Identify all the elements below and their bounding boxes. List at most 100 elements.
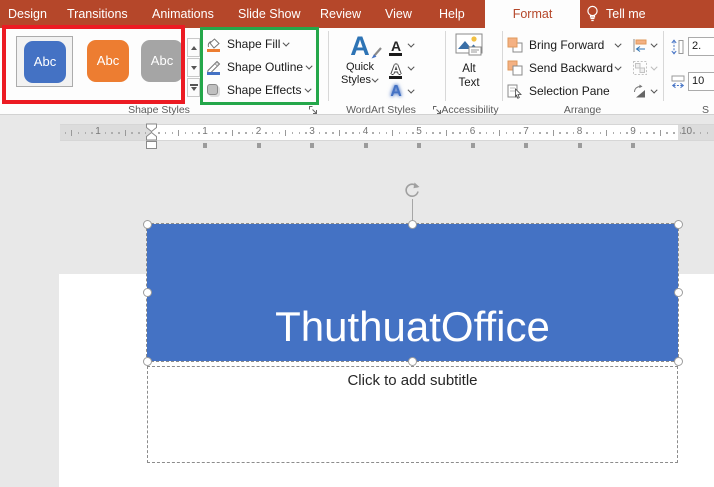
ruler-tick: [619, 132, 622, 134]
sizing-handle-3[interactable]: [673, 219, 683, 229]
group-button[interactable]: [632, 58, 658, 78]
shape-outline-button[interactable]: Shape Outline: [206, 57, 318, 77]
gallery-scroll-up-button[interactable]: [187, 38, 200, 57]
group-separator: [328, 31, 329, 101]
alt-text-label-line2: Text: [458, 77, 480, 89]
quick-styles-button[interactable]: A Quick Styles: [334, 31, 386, 103]
send-backward-button[interactable]: Send Backward: [507, 58, 622, 78]
tab-animations[interactable]: Animations: [152, 0, 214, 28]
text-effects-button[interactable]: A: [388, 81, 422, 102]
tab-format[interactable]: Format: [485, 0, 580, 28]
ruler-tick: [285, 130, 287, 136]
ruler-number: 10: [680, 126, 693, 137]
ruler-tick: [298, 132, 301, 134]
default-tab-stop: [363, 143, 368, 148]
ruler-tick: [231, 130, 233, 136]
gallery-scroll-down-button[interactable]: [187, 58, 200, 77]
ruler-tick: [372, 132, 374, 134]
shape-height-icon: [671, 39, 684, 55]
alt-text-button[interactable]: Alt Text: [446, 33, 492, 101]
ruler-tick: [519, 132, 521, 134]
ruler-tick: [271, 132, 274, 134]
lightbulb-icon: [587, 5, 598, 22]
tab-slide-show[interactable]: Slide Show: [238, 0, 301, 28]
ruler-tick: [198, 132, 200, 134]
gallery-more-button[interactable]: [187, 78, 200, 97]
ruler-tick: [485, 132, 488, 134]
tab-tell-me[interactable]: Tell me: [586, 0, 646, 28]
ruler-tick: [385, 132, 388, 134]
sizing-handle-1[interactable]: [142, 219, 152, 229]
ruler-tick: [305, 132, 307, 134]
shape-effects-label: Shape Effects: [227, 83, 302, 97]
shape-effects-icon: [206, 82, 222, 98]
rotation-handle-icon[interactable]: [403, 181, 421, 199]
ruler-tick: [572, 132, 575, 134]
text-fill-button[interactable]: A: [388, 35, 422, 56]
ruler-tick: [71, 130, 73, 136]
indent-markers[interactable]: [145, 123, 158, 150]
text-effects-icon: A: [390, 82, 402, 100]
sizing-handle-6[interactable]: [142, 356, 152, 366]
send-backward-label: Send Backward: [529, 61, 614, 75]
thumbnail-preview: Abc: [141, 40, 183, 82]
ruler-tick: [699, 132, 702, 134]
shape-width-input[interactable]: 10: [688, 72, 714, 91]
thumbnail-preview: Abc: [87, 40, 129, 82]
ruler-number: 3: [309, 126, 315, 137]
sizing-handle-8[interactable]: [673, 356, 683, 366]
sizing-handle-4[interactable]: [142, 288, 152, 297]
align-button[interactable]: [632, 35, 658, 55]
ruler-tick: [606, 130, 608, 136]
shape-style-thumbnail-1[interactable]: Abc: [16, 36, 73, 87]
shape-style-thumbnail-3[interactable]: Abc: [134, 36, 191, 87]
chevron-down-icon: [650, 40, 658, 48]
horizontal-ruler[interactable]: 1 1 2 3 4 5 6 7 8 9 10: [60, 124, 714, 141]
shape-effects-button[interactable]: Shape Effects: [206, 80, 318, 100]
alt-text-icon: [455, 33, 483, 56]
ruler-tick: [612, 132, 615, 134]
default-tab-stop: [631, 143, 635, 148]
ruler-tick: [77, 132, 80, 134]
tab-help[interactable]: Help: [439, 0, 465, 28]
ruler-tick: [539, 132, 541, 134]
group-label-size: S: [701, 104, 709, 116]
send-backward-icon: [507, 60, 523, 76]
sizing-handle-7[interactable]: [408, 356, 417, 366]
ruler-tick: [218, 132, 220, 134]
bring-forward-icon: [507, 37, 523, 53]
shape-width-icon: [671, 75, 685, 89]
subtitle-placeholder[interactable]: Click to add subtitle: [147, 366, 678, 463]
shape-style-thumbnail-2[interactable]: Abc: [80, 36, 137, 87]
shape-outline-label: Shape Outline: [227, 60, 304, 74]
tab-view[interactable]: View: [385, 0, 412, 28]
ruler-number: 4: [362, 126, 369, 137]
ruler-tick: [332, 132, 334, 134]
ruler-tick: [706, 132, 709, 134]
bring-forward-label: Bring Forward: [529, 38, 605, 52]
ruler-tick: [392, 130, 394, 136]
tab-transitions[interactable]: Transitions: [67, 0, 128, 28]
tab-design[interactable]: Design: [8, 0, 47, 28]
rotate-button[interactable]: [632, 81, 658, 101]
sizing-handle-2[interactable]: [408, 219, 417, 229]
ruler-tick: [164, 132, 167, 134]
sizing-handle-5[interactable]: [673, 288, 683, 297]
ruler-tick: [124, 130, 126, 136]
default-tab-stop: [256, 143, 261, 148]
shape-height-input[interactable]: 2.: [688, 37, 714, 56]
ruler-tick: [445, 130, 447, 136]
ruler-tick: [358, 132, 361, 134]
tab-review[interactable]: Review: [320, 0, 361, 28]
shape-fill-button[interactable]: Shape Fill: [206, 34, 318, 54]
text-outline-button[interactable]: A: [388, 58, 422, 79]
selection-pane-button[interactable]: Selection Pane: [507, 81, 611, 101]
default-tab-stop: [417, 143, 421, 148]
ruler-tick: [265, 132, 267, 134]
quick-styles-icon: A: [334, 31, 386, 61]
bring-forward-button[interactable]: Bring Forward: [507, 35, 622, 55]
ruler-tick: [552, 130, 554, 136]
ruler-tick: [64, 132, 67, 134]
shape-styles-dialog-launcher-icon[interactable]: [308, 105, 319, 116]
ruler-tick: [586, 132, 588, 134]
